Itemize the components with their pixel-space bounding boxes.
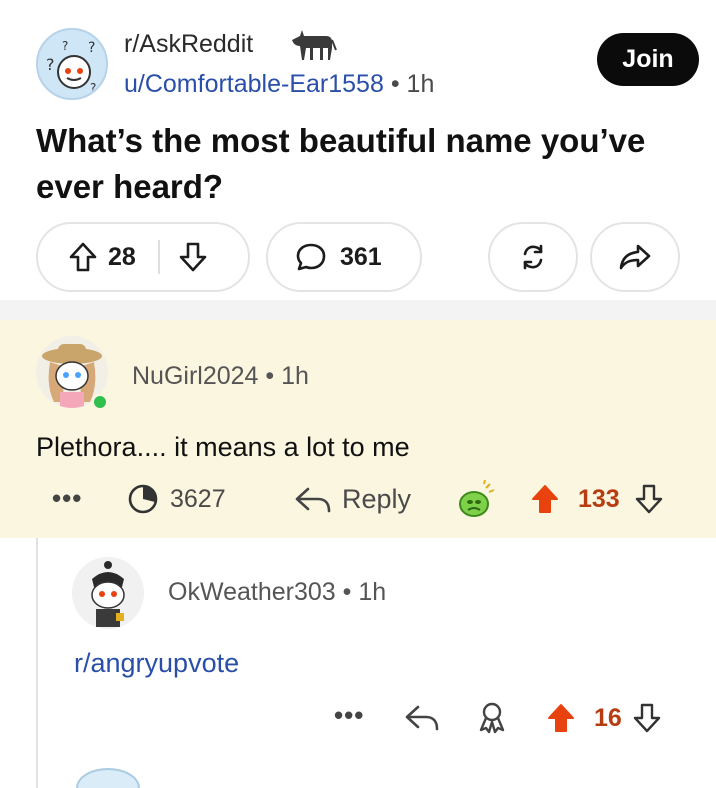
donkey-icon <box>292 30 337 60</box>
comment-author[interactable]: OkWeather303 <box>168 578 336 606</box>
online-status-icon <box>92 394 108 410</box>
post-author[interactable]: u/Comfortable-Ear1558 <box>124 70 384 98</box>
join-button[interactable]: Join <box>597 33 699 86</box>
comment-author-line: NuGirl2024 • 1h <box>132 362 309 391</box>
svg-text:?: ? <box>88 40 95 56</box>
award-button[interactable] <box>476 700 508 734</box>
comment-vote: 133 <box>530 483 664 515</box>
downvote-arrow-icon <box>179 242 207 272</box>
avatar[interactable] <box>72 557 144 629</box>
downvote-arrow-icon <box>635 484 662 514</box>
comment-body: Plethora.... it means a lot to me <box>36 432 410 462</box>
downvote-button[interactable] <box>634 483 664 515</box>
separator-dot: • <box>265 362 275 390</box>
separator-dot: • <box>390 70 400 98</box>
comment-time: 1h <box>358 578 387 606</box>
comment-actions: ••• <box>52 483 82 514</box>
comment-bubble-icon <box>296 243 326 271</box>
svg-text:?: ? <box>90 81 96 95</box>
upvote-count: 28 <box>108 242 136 271</box>
share-arrow-icon <box>619 244 651 270</box>
downvote-arrow-icon <box>633 703 661 733</box>
more-dots-label: ••• <box>334 700 365 730</box>
reply-label: Reply <box>342 484 412 514</box>
subreddit-name[interactable]: r/AskReddit <box>124 30 253 59</box>
repost-icon <box>523 244 543 270</box>
vote-divider <box>157 240 160 274</box>
subreddit-avatar[interactable]: ? ? ? ? <box>36 28 108 100</box>
upvote-button[interactable] <box>530 483 560 515</box>
award-button[interactable] <box>488 222 578 292</box>
clock-icon <box>128 484 158 514</box>
snoo-icon: ? ? ? ? <box>46 39 96 95</box>
reply-button[interactable]: Reply <box>294 484 411 515</box>
post-title[interactable]: What’s the most beautiful name you’ve ev… <box>36 118 656 210</box>
reply-arrow-icon <box>295 487 331 512</box>
upvote-arrow-icon <box>532 485 558 513</box>
more-options-button[interactable]: ••• <box>334 700 364 731</box>
award-button[interactable] <box>456 480 496 520</box>
upvote-button[interactable] <box>546 702 576 734</box>
user-avatar-icon <box>72 557 144 629</box>
post-time: 1h <box>406 70 435 98</box>
downvote-button[interactable] <box>178 241 208 273</box>
timer-count: 3627 <box>170 484 226 513</box>
thread-line[interactable] <box>36 538 38 788</box>
post-card: ? ? ? ? r/AskReddit u/Comfortable-Ear155… <box>0 0 716 300</box>
award-icon <box>459 480 495 517</box>
comment-author[interactable]: NuGirl2024 <box>132 362 258 390</box>
post-author-line: u/Comfortable-Ear1558 • 1h <box>124 70 434 99</box>
timer-award[interactable]: 3627 <box>126 482 226 516</box>
comment-score: 133 <box>578 484 620 513</box>
upvote-arrow-icon <box>69 242 97 272</box>
upvote-arrow-icon <box>548 704 574 732</box>
comment-score: 16 <box>594 703 622 732</box>
award-ribbon-icon <box>479 702 505 734</box>
separator-dot: • <box>342 578 352 606</box>
comment-vote: 16 <box>546 702 662 734</box>
comment-count: 361 <box>340 242 382 271</box>
svg-text:?: ? <box>46 55 55 74</box>
more-options-button[interactable]: ••• <box>52 483 82 514</box>
downvote-button[interactable] <box>632 702 662 734</box>
upvote-button[interactable] <box>68 241 98 273</box>
section-divider <box>0 300 716 320</box>
vote-pill: 28 <box>36 222 250 292</box>
reply-button[interactable] <box>404 703 440 733</box>
comments-button[interactable]: 361 <box>266 222 422 292</box>
comment-time: 1h <box>281 362 309 390</box>
comment-author-line: OkWeather303 • 1h <box>168 578 386 607</box>
subreddit-link[interactable]: r/angryupvote <box>74 648 239 679</box>
avatar[interactable] <box>76 768 140 788</box>
svg-text:?: ? <box>62 39 68 53</box>
comment-highlighted: NuGirl2024 • 1h Plethora.... it means a … <box>0 320 716 538</box>
share-button[interactable] <box>590 222 680 292</box>
reply-arrow-icon <box>405 705 439 731</box>
